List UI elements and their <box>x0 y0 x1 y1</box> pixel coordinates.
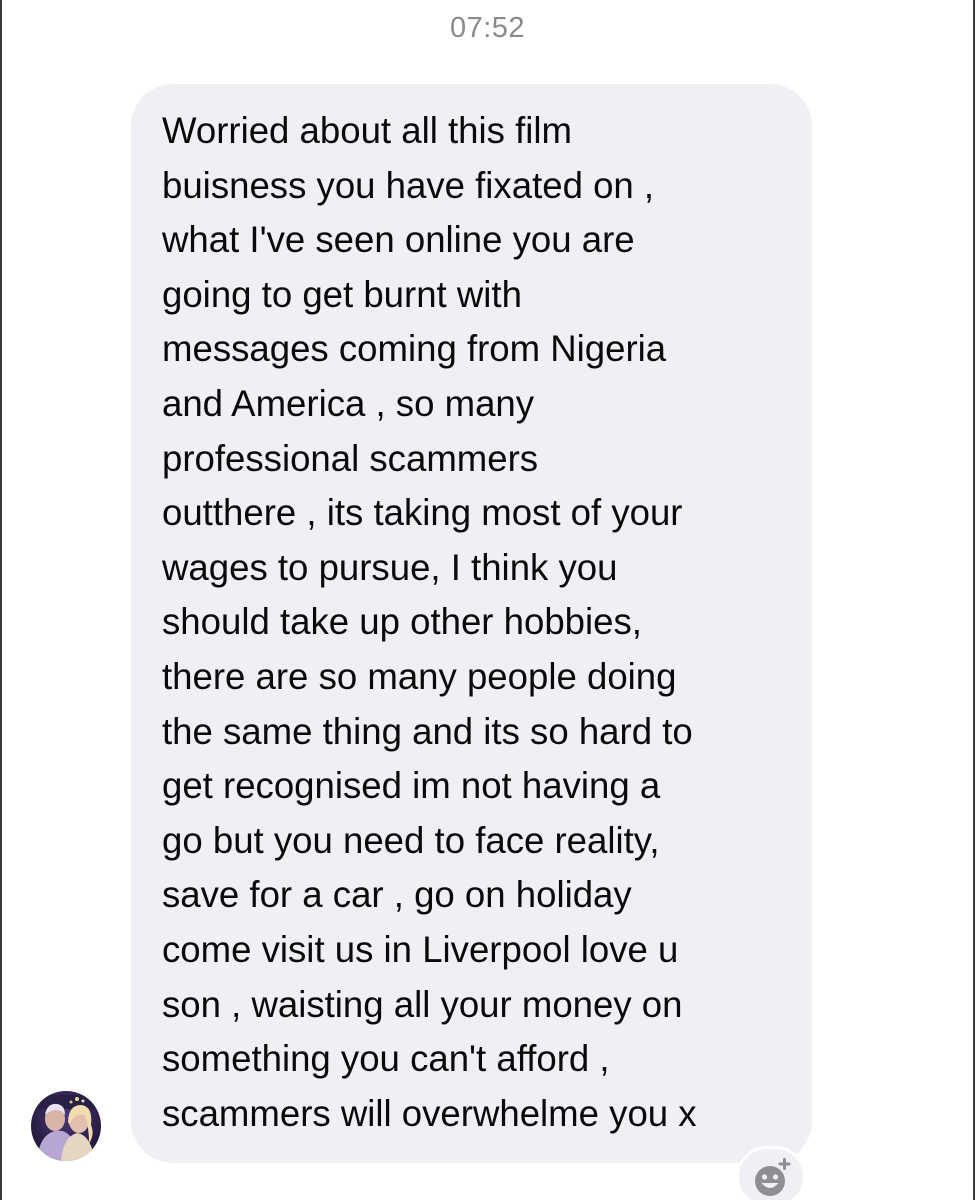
message-line: go but you need to face reality, <box>162 819 660 861</box>
message-line: the same thing and its so hard to <box>162 710 693 752</box>
avatar-photo-icon <box>31 1091 101 1161</box>
message-text: Worried about all this film buisness you… <box>162 104 792 1141</box>
message-line: there are so many people doing <box>162 655 677 697</box>
message-line: get recognised im not having a <box>162 765 661 807</box>
message-line: wages to pursue, I think you <box>162 546 618 588</box>
message-line: come visit us in Liverpool love u <box>162 928 679 970</box>
incoming-message-bubble[interactable]: Worried about all this film buisness you… <box>131 84 812 1163</box>
message-line: save for a car , go on holiday <box>162 874 632 916</box>
message-line: son , waisting all your money on <box>162 983 683 1025</box>
message-line: messages coming from Nigeria <box>162 328 667 370</box>
contact-avatar[interactable] <box>31 1091 101 1161</box>
message-line: buisness you have fixated on , <box>162 164 655 206</box>
message-line: something you can't afford , <box>162 1038 610 1080</box>
message-line: what I've seen online you are <box>162 219 635 261</box>
message-line: going to get burnt with <box>162 273 522 315</box>
message-line: should take up other hobbies, <box>162 601 642 643</box>
message-line: outthere , its taking most of your <box>162 492 683 534</box>
message-line: professional scammers <box>162 437 539 479</box>
message-line: and America , so many <box>162 382 535 424</box>
add-reaction-emoji-icon <box>755 1158 791 1196</box>
message-line: Worried about all this film <box>162 110 572 151</box>
message-timestamp: 07:52 <box>449 12 526 44</box>
add-reaction-button[interactable] <box>736 1146 806 1200</box>
message-line: scammers will overwhelme you x <box>162 1092 697 1134</box>
frame-edge-left <box>0 0 2 1200</box>
